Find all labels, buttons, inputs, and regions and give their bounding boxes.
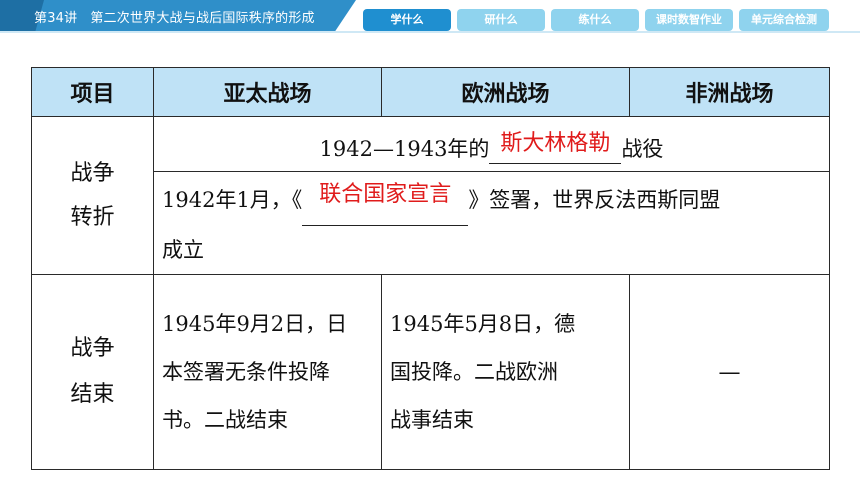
- turning-row1-text-end: 战役: [621, 136, 664, 161]
- row-label-end: 战争 结束: [31, 274, 154, 470]
- row-label-line: 结束: [70, 382, 115, 407]
- cell-line: 1945年9月2日，日: [162, 312, 348, 336]
- answer-blank: 斯大林格勒: [489, 130, 622, 164]
- table-row: 战争 结束 1945年9月2日，日 本签署无条件投降 书。二战结束 1945年5…: [31, 274, 830, 470]
- cell-line: 本签署无条件投降: [162, 360, 330, 384]
- tab-practice[interactable]: 练什么: [551, 9, 639, 31]
- turning-row1-text: 1942—1943年的: [319, 136, 490, 161]
- turning-row2-text: 1942年1月，《: [162, 188, 303, 212]
- comparison-table: 项目 亚太战场 欧洲战场 非洲战场 战争 转折 1942—1943年的 斯大林格勒…: [31, 67, 830, 470]
- turning-battle-cell: 1942—1943年的 斯大林格勒 战役: [153, 116, 830, 172]
- cell-line: 战事结束: [390, 408, 474, 432]
- answer-text: 联合国家宣言: [319, 182, 452, 207]
- turning-row2-text-end: 》签署，世界反法西斯同盟: [468, 188, 721, 212]
- lesson-name: 第二次世界大战与战后国际秩序的形成: [90, 11, 315, 26]
- col-header-asia-pacific: 亚太战场: [153, 67, 382, 117]
- tab-unit-test[interactable]: 单元综合检测: [739, 9, 829, 31]
- asia-end-cell: 1945年9月2日，日 本签署无条件投降 书。二战结束: [153, 274, 382, 470]
- table-header-row: 项目 亚太战场 欧洲战场 非洲战场: [31, 67, 830, 117]
- col-header-africa: 非洲战场: [629, 67, 830, 117]
- row-label-line: 战争: [70, 336, 115, 361]
- answer-blank: 联合国家宣言: [302, 176, 469, 226]
- row-label-line: 转折: [70, 204, 115, 230]
- col-header-item: 项目: [31, 67, 154, 117]
- turning-alliance-cell: 1942年1月，《 联合国家宣言 》签署，世界反法西斯同盟 成立: [153, 171, 830, 275]
- top-bar: 第34讲 第二次世界大战与战后国际秩序的形成 学什么 研什么 练什么 课时数智作…: [0, 0, 860, 36]
- lesson-number: 第34讲: [34, 11, 78, 26]
- col-header-europe: 欧洲战场: [381, 67, 630, 117]
- answer-text: 斯大林格勒: [500, 130, 611, 156]
- row-label-turning: 战争 转折: [31, 116, 154, 275]
- cell-line: 1945年5月8日，德: [390, 312, 576, 336]
- tab-homework[interactable]: 课时数智作业: [645, 9, 733, 31]
- row-label-line: 战争: [70, 160, 115, 186]
- tab-research[interactable]: 研什么: [457, 9, 545, 31]
- europe-end-cell: 1945年5月8日，德 国投降。二战欧洲 战事结束: [381, 274, 630, 470]
- table-row: 战争 转折 1942—1943年的 斯大林格勒 战役: [31, 116, 830, 275]
- lesson-title: 第34讲 第二次世界大战与战后国际秩序的形成: [34, 7, 315, 26]
- top-divider: [0, 31, 860, 33]
- africa-end-cell: —: [629, 274, 830, 470]
- cell-line: 国投降。二战欧洲: [390, 360, 558, 384]
- tab-learn[interactable]: 学什么: [363, 9, 451, 31]
- cell-line: 书。二战结束: [162, 408, 288, 432]
- turning-row2-line2: 成立: [162, 238, 204, 262]
